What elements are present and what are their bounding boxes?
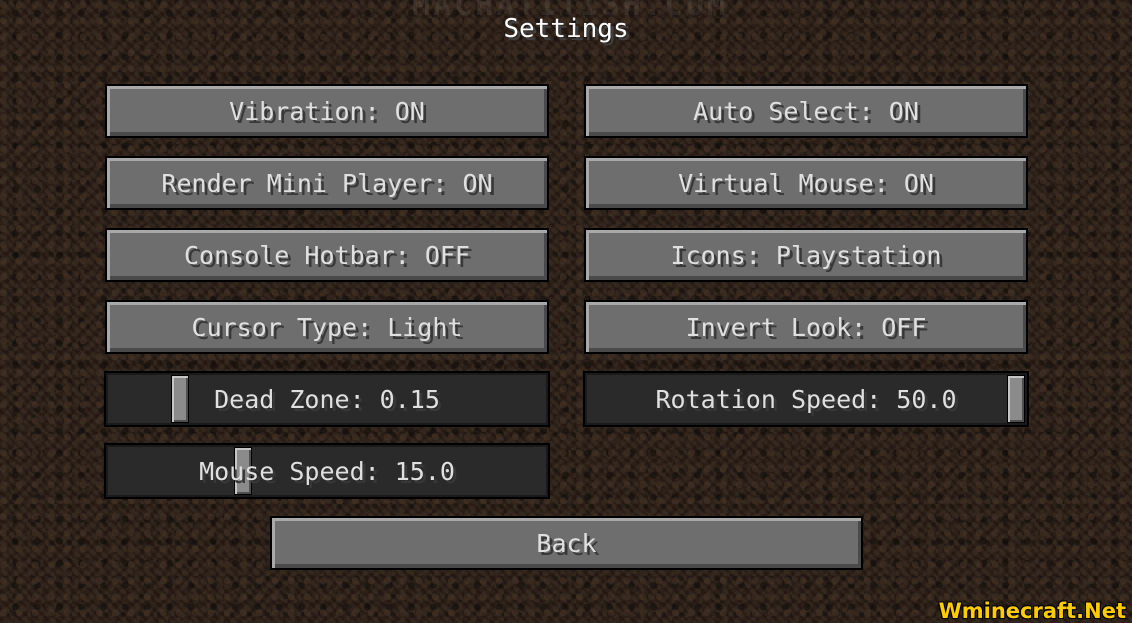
watermark-bottom: Wminecraft.Net (938, 599, 1126, 623)
virtual-mouse-button[interactable]: Virtual Mouse: ON (584, 156, 1028, 210)
mouse-speed-slider[interactable]: Mouse Speed: 15.0 (104, 443, 550, 499)
dead-zone-slider-label: Dead Zone: 0.15 (214, 384, 440, 414)
cursor-type-button[interactable]: Cursor Type: Light (105, 300, 549, 354)
dead-zone-slider-handle[interactable] (171, 375, 189, 423)
console-hotbar-button[interactable]: Console Hotbar: OFF (105, 228, 549, 282)
dead-zone-slider[interactable]: Dead Zone: 0.15 (104, 371, 550, 427)
rotation-speed-slider-label: Rotation Speed: 50.0 (655, 384, 957, 414)
rotation-speed-slider[interactable]: Rotation Speed: 50.0 (583, 371, 1029, 427)
render-mini-player-button[interactable]: Render Mini Player: ON (105, 156, 549, 210)
invert-look-button[interactable]: Invert Look: OFF (584, 300, 1028, 354)
auto-select-button[interactable]: Auto Select: ON (584, 84, 1028, 138)
icons-button[interactable]: Icons: Playstation (584, 228, 1028, 282)
mouse-speed-slider-label: Mouse Speed: 15.0 (199, 456, 455, 486)
rotation-speed-slider-handle[interactable] (1007, 375, 1025, 423)
page-title: Settings (503, 14, 629, 44)
back-button[interactable]: Back (270, 516, 863, 570)
vibration-button[interactable]: Vibration: ON (105, 84, 549, 138)
